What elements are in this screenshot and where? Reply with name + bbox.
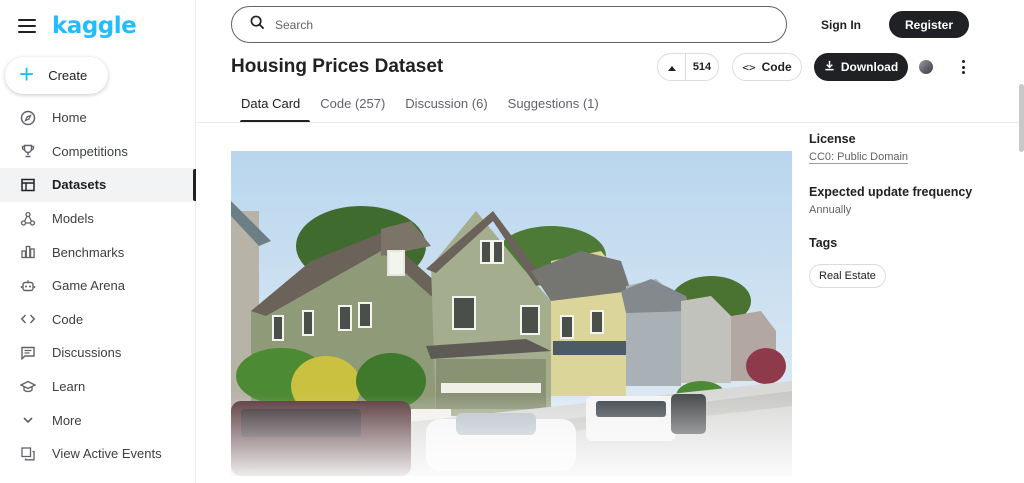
sidebar-item-benchmarks[interactable]: Benchmarks [0,235,196,269]
dataset-tabs: Data Card Code (257) Discussion (6) Sugg… [231,90,609,123]
sidebar-item-code[interactable]: Code [0,303,196,337]
tag-chip[interactable]: Real Estate [809,264,886,288]
sidebar-item-label: Game Arena [52,278,125,294]
sidebar-item-label: Discussions [52,345,122,361]
sidebar-item-models[interactable]: Models [0,202,196,236]
search-input[interactable] [275,17,755,32]
license-value: CC0: Public Domain [809,151,909,164]
sidebar-item-label: Datasets [52,177,107,193]
license-heading: License [809,132,856,146]
update-frequency-heading: Expected update frequency [809,185,973,199]
sidebar-item-label: View Active Events [52,446,162,462]
search-icon [250,15,265,35]
dataset-cover-image [231,151,792,476]
trophy-icon [19,142,37,160]
page-title: Housing Prices Dataset [231,56,444,77]
chevron-down-icon [19,411,37,429]
upvote-widget: 514 [657,53,719,81]
plus-icon: + [19,59,35,89]
sidebar-item-view-active-events[interactable]: View Active Events [0,437,196,471]
sidebar-nav: Home Competitions Datasets Models Benchm… [0,101,196,471]
download-icon [824,60,841,74]
sidebar-item-label: More [52,412,82,428]
sidebar: kaggle + Create Home Competitions Datase… [0,0,196,483]
caret-up-icon [667,58,676,76]
visibility-globe-icon[interactable] [919,60,933,74]
sidebar-item-label: Benchmarks [52,244,125,260]
sidebar-item-label: Home [52,110,87,126]
logo-row: kaggle [18,12,137,40]
sidebar-item-competitions[interactable]: Competitions [0,135,196,169]
hamburger-menu-icon[interactable] [18,19,36,33]
bar-chart-icon [19,243,37,261]
chat-icon [19,344,37,362]
copy-icon [19,445,37,463]
search-bar[interactable] [231,6,787,43]
code-icon [19,310,37,328]
sidebar-item-label: Learn [52,379,86,395]
license-link[interactable]: CC0: Public Domain [809,151,909,164]
sign-in-button[interactable]: Sign In [812,12,870,38]
register-button[interactable]: Register [889,11,969,38]
download-button[interactable]: Download [814,53,908,81]
upvote-button[interactable] [658,54,686,80]
table-icon [19,176,37,194]
sidebar-item-game-arena[interactable]: Game Arena [0,269,196,303]
sidebar-item-label: Competitions [52,143,128,159]
kaggle-logo[interactable]: kaggle [52,13,137,39]
tab-data-card[interactable]: Data Card [231,90,311,123]
update-frequency-value: Annually [809,204,852,216]
code-icon: <> [742,60,756,74]
compass-icon [19,109,37,127]
more-options-icon[interactable] [955,58,971,76]
create-button[interactable]: + Create [5,57,108,94]
upvote-count: 514 [692,61,712,73]
sidebar-item-label: Models [52,211,94,227]
scrollbar[interactable] [1019,84,1024,152]
sidebar-item-home[interactable]: Home [0,101,196,135]
sidebar-item-datasets[interactable]: Datasets [0,168,196,202]
create-label: Create [48,68,88,83]
robot-icon [19,277,37,295]
sidebar-item-discussions[interactable]: Discussions [0,336,196,370]
code-button-label: Code [761,60,792,74]
sidebar-item-learn[interactable]: Learn [0,370,196,404]
tabs-divider [196,122,1024,123]
sidebar-item-more[interactable]: More [0,403,196,437]
code-button[interactable]: <> Code [732,53,802,81]
tab-discussion[interactable]: Discussion (6) [395,90,497,123]
graduation-cap-icon [19,378,37,396]
tab-suggestions[interactable]: Suggestions (1) [498,90,609,123]
tags-heading: Tags [809,236,838,250]
sidebar-item-label: Code [52,311,84,327]
models-icon [19,210,37,228]
tab-code[interactable]: Code (257) [310,90,395,123]
download-label: Download [840,60,899,74]
